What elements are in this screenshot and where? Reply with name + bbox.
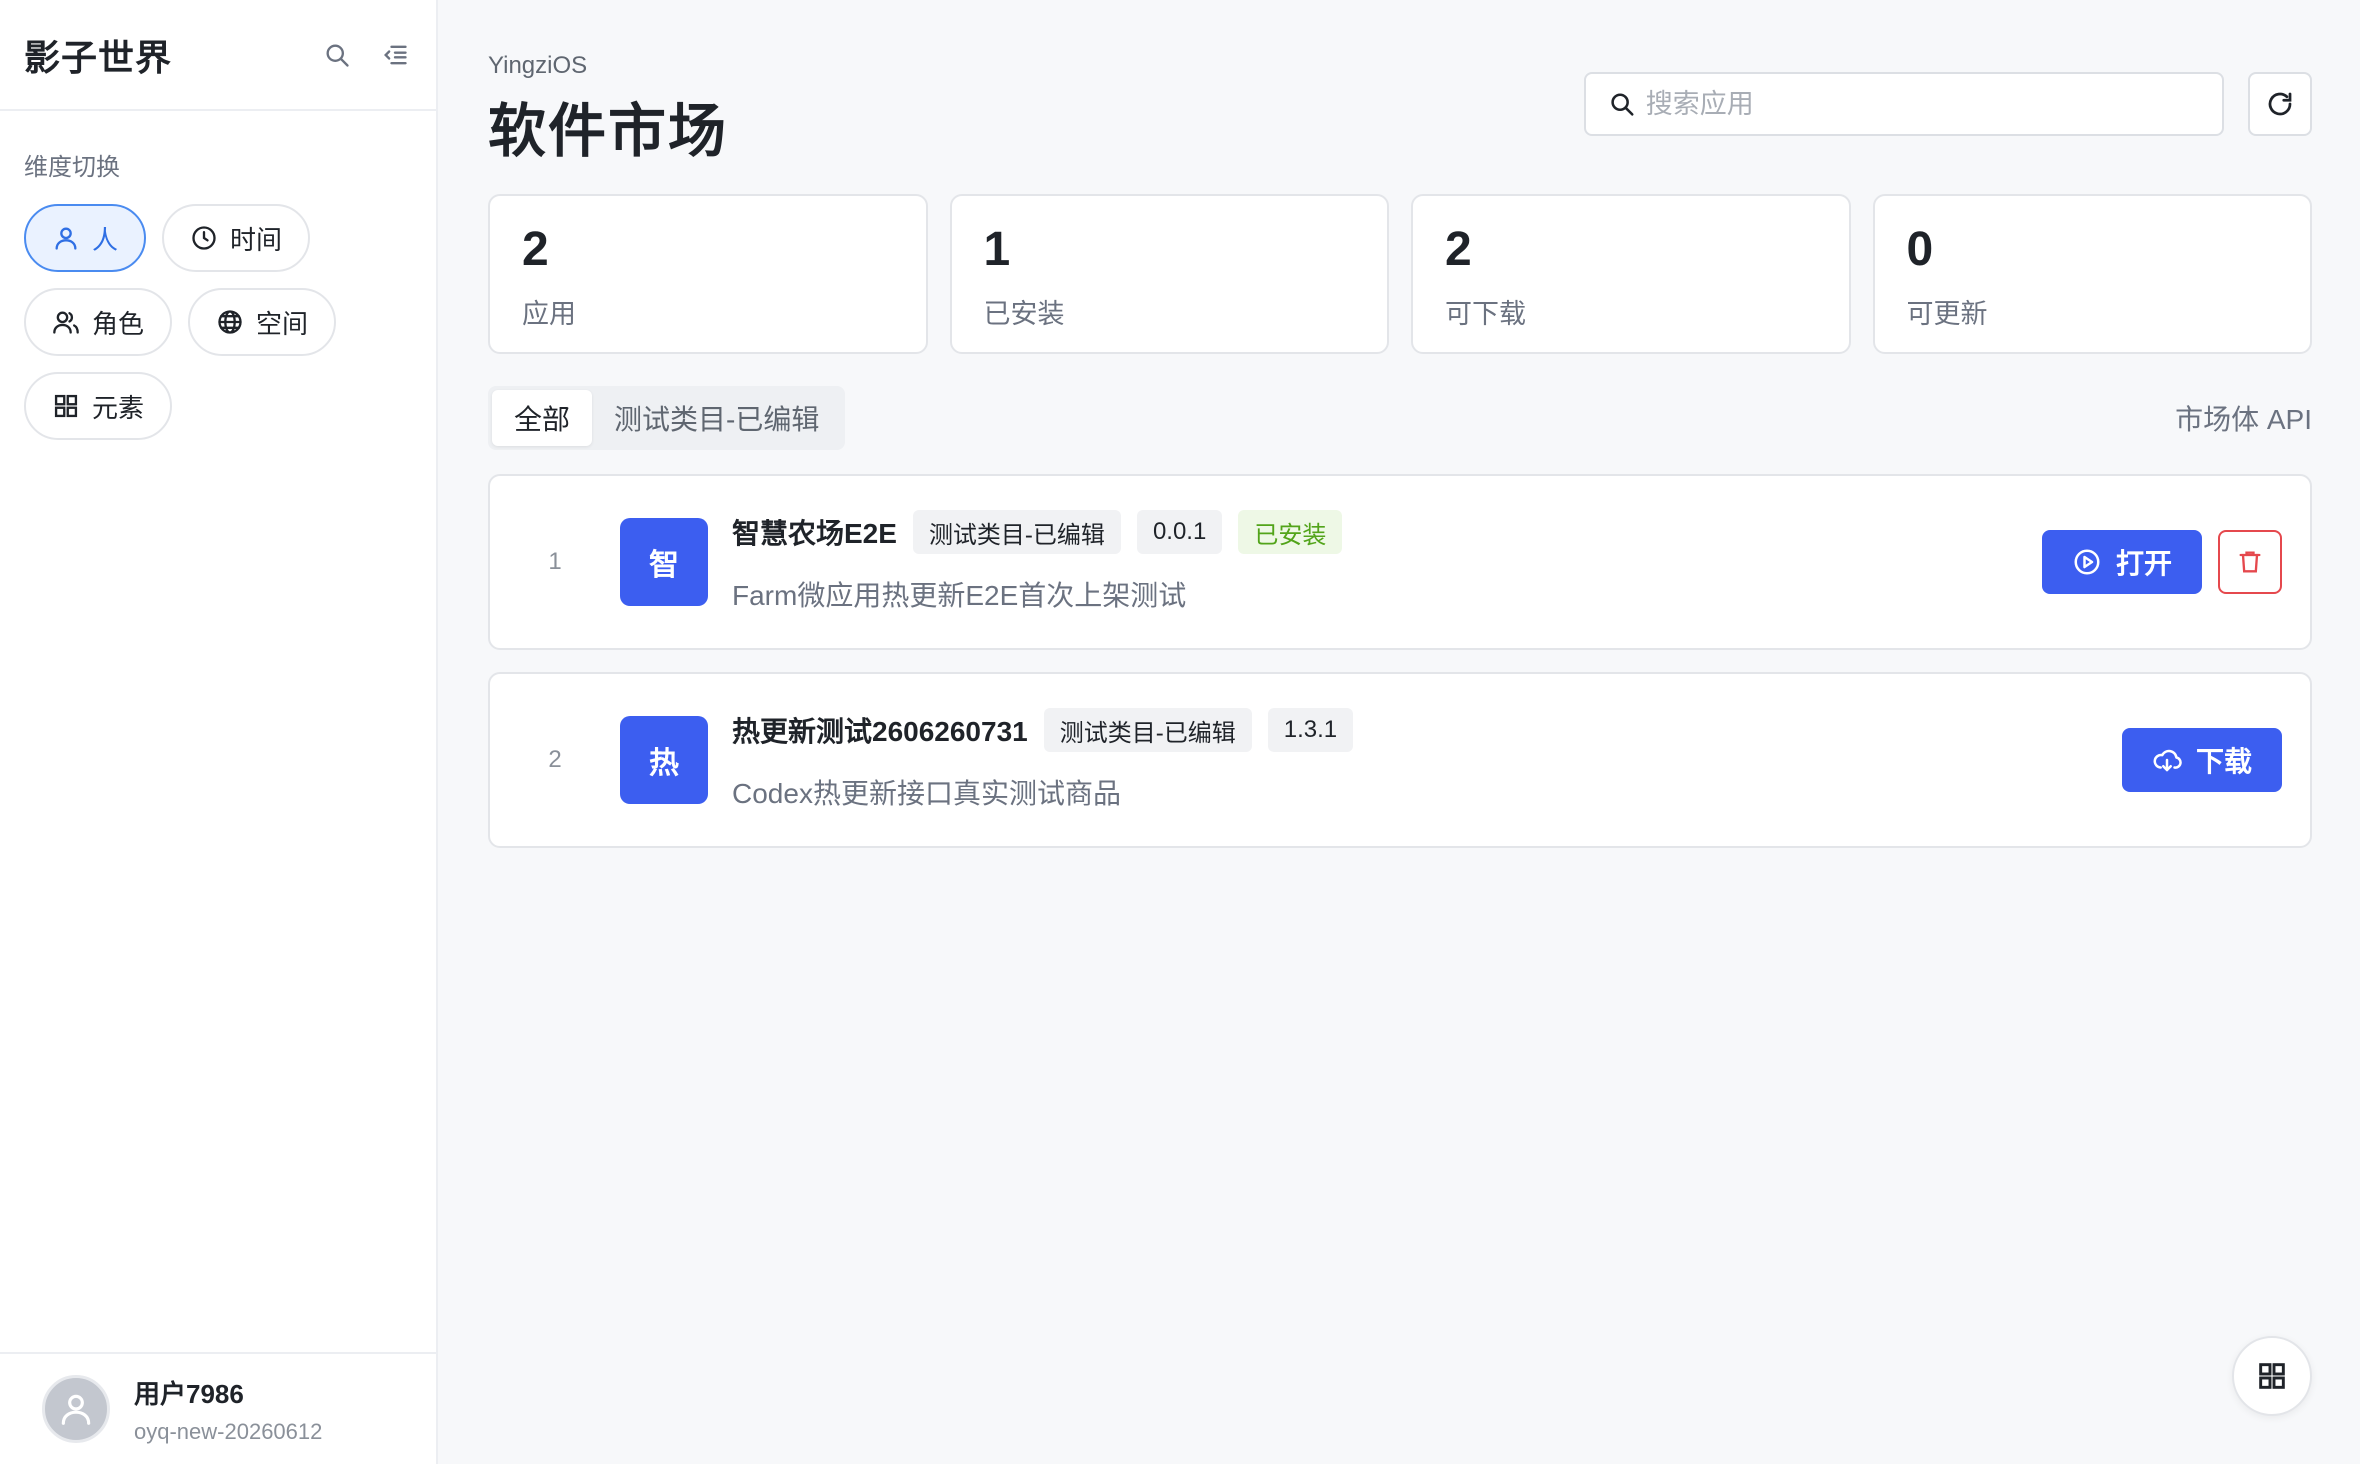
search-icon[interactable]	[320, 38, 354, 72]
trash-icon	[2239, 551, 2261, 573]
tabs-row: 全部 测试类目-已编辑 市场体 API	[488, 386, 2312, 450]
chip-space[interactable]: 空间	[188, 288, 337, 356]
collapse-menu-icon[interactable]	[378, 38, 412, 72]
search-input[interactable]	[1645, 88, 2200, 120]
search-icon	[1611, 93, 1634, 116]
version-tag: 1.3.1	[1267, 708, 1354, 752]
cloud-download-icon	[2153, 749, 2182, 772]
stat-value: 2	[522, 223, 549, 276]
page-header: YingziOS 软件市场	[488, 0, 2312, 194]
stat-card-apps: 2 应用	[488, 194, 928, 354]
stat-card-installed: 1 已安装	[949, 194, 1389, 354]
sidebar-header: 影子世界	[0, 0, 436, 111]
stat-card-updatable: 0 可更新	[1872, 194, 2312, 354]
row-index: 2	[548, 746, 562, 773]
tab-test-category[interactable]: 测试类目-已编辑	[592, 390, 841, 446]
dimension-switch-label: 维度切换	[24, 154, 120, 181]
user-handle: oyq-new-20260612	[134, 1418, 323, 1444]
avatar	[42, 1375, 110, 1443]
chip-label: 元素	[92, 392, 145, 423]
app-description: Farm微应用热更新E2E首次上架测试	[732, 580, 1187, 611]
installed-badge: 已安装	[1238, 510, 1343, 554]
page-overline: YingziOS	[488, 52, 588, 79]
stat-label: 可下载	[1445, 299, 1526, 329]
stat-value: 2	[1445, 223, 1472, 276]
open-button-label: 打开	[2115, 548, 2172, 579]
version-tag: 0.0.1	[1136, 510, 1223, 554]
users-icon	[53, 311, 79, 334]
chip-label: 角色	[92, 308, 145, 339]
app-icon: 智	[620, 518, 708, 606]
tab-all[interactable]: 全部	[492, 390, 593, 446]
chip-label: 人	[92, 224, 119, 255]
chip-role[interactable]: 角色	[24, 288, 173, 356]
stat-card-downloadable: 2 可下载	[1411, 194, 1851, 354]
list-item: 2 热 热更新测试2606260731 测试类目-已编辑 1.3.1 Codex…	[488, 672, 2312, 848]
apps-grid-button[interactable]	[2232, 1336, 2312, 1416]
clock-icon	[192, 226, 216, 250]
chip-person[interactable]: 人	[24, 204, 147, 272]
stat-label: 已安装	[983, 299, 1065, 329]
app-name: 智慧农场E2E	[732, 518, 897, 549]
stat-value: 0	[1906, 223, 1934, 276]
stat-label: 可更新	[1906, 299, 1988, 329]
play-circle-icon	[2074, 549, 2100, 575]
sidebar: 影子世界 维度切换 人 时间 角色 空间 元素 用户7986 oyq-new-2…	[0, 0, 438, 1464]
stats-row: 2 应用 1 已安装 2 可下载 0 可更新	[488, 194, 2312, 354]
category-tabs: 全部 测试类目-已编辑	[488, 386, 846, 450]
download-button-label: 下载	[2195, 746, 2252, 777]
stat-label: 应用	[522, 299, 576, 329]
page-title: 软件市场	[488, 99, 729, 164]
refresh-button[interactable]	[2248, 72, 2312, 136]
chip-label: 时间	[230, 224, 283, 255]
refresh-icon	[2268, 92, 2292, 116]
search-box	[1584, 72, 2224, 136]
chip-element[interactable]: 元素	[24, 372, 173, 440]
person-icon	[55, 227, 77, 250]
download-button[interactable]: 下载	[2121, 728, 2282, 792]
grid-icon	[2259, 1363, 2285, 1389]
app-list: 1 智 智慧农场E2E 测试类目-已编辑 0.0.1 已安装 Farm微应用热更…	[488, 474, 2312, 848]
grid-icon	[54, 394, 78, 418]
open-button[interactable]: 打开	[2041, 530, 2202, 594]
category-tag: 测试类目-已编辑	[912, 510, 1121, 554]
user-profile[interactable]: 用户7986 oyq-new-20260612	[0, 1352, 436, 1464]
app-name: 热更新测试2606260731	[732, 716, 1028, 747]
delete-button[interactable]	[2218, 530, 2282, 594]
stat-value: 1	[983, 223, 1011, 276]
row-index: 1	[548, 548, 562, 575]
category-tag: 测试类目-已编辑	[1043, 708, 1252, 752]
app-description: Codex热更新接口真实测试商品	[732, 778, 1121, 809]
chip-label: 空间	[256, 308, 309, 339]
user-name: 用户7986	[134, 1378, 244, 1409]
brand-title: 影子世界	[24, 36, 173, 78]
chip-time[interactable]: 时间	[162, 204, 311, 272]
main-content: YingziOS 软件市场 2 应用 1 已安装 2 可下载	[438, 0, 2360, 1464]
globe-icon	[218, 310, 242, 334]
list-item: 1 智 智慧农场E2E 测试类目-已编辑 0.0.1 已安装 Farm微应用热更…	[488, 474, 2312, 650]
dimension-chips: 人 时间 角色 空间 元素	[0, 182, 380, 440]
market-api-link[interactable]: 市场体 API	[2175, 398, 2312, 438]
app-icon: 热	[620, 716, 708, 804]
